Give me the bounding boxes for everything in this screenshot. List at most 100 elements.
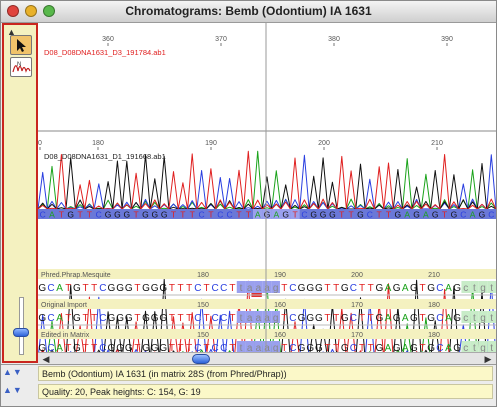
aligned-base: G [73,313,81,324]
aligned-base: T [65,313,71,324]
zoom-slider-thumb[interactable] [13,328,29,337]
base-letter: G [123,210,130,220]
base-letter: T [442,210,447,220]
info-updown-icon[interactable]: ▲▼ [3,367,37,381]
aligned-base: G [298,313,306,324]
aligned-base: G [151,313,159,324]
aligned-base: T [186,313,192,324]
aligned-base: G [427,283,435,294]
tool-palette: ▲ N [2,23,38,363]
aligned-base: G [116,313,124,324]
aligned-base: A [385,283,392,294]
aligned-base: C [99,313,106,324]
aligned-base: G [73,283,81,294]
aligned-base: G [38,343,46,352]
aligned-base: G [108,313,116,324]
ruler-tick-label: 0 [38,140,42,147]
aligned-base: C [47,343,54,352]
aligned-base: T [134,283,140,294]
aligned-base: a [264,343,270,352]
aligned-base: G [38,313,46,324]
base-letter: T [236,210,241,220]
aligned-base: G [315,343,323,352]
chromatogram-svg: 360 370 380 390 D08_D08DNA1631_D3_191784.ab1… [37,23,496,370]
aligned-base: G [108,343,116,352]
aligned-base: G [453,313,461,324]
trace-tool-button[interactable]: N [10,57,32,77]
aligned-base: G [410,283,418,294]
base-letter: T [171,210,176,220]
aligned-base: C [99,343,106,352]
title-bar[interactable]: Chromatograms: Bemb (Odontium) IA 1631 [1,1,496,23]
aligned-base: G [306,343,314,352]
aligned-base: T [368,283,374,294]
aligned-base: C [220,313,227,324]
aligned-base: g [273,283,279,294]
taxon-info-line: Bemb (Odontium) IA 1631 (in matrix 28S (… [38,366,493,381]
aligned-base: a [247,313,253,324]
base-letter: G [105,210,112,220]
aligned-base: T [203,313,209,324]
aligned-base: T [178,283,184,294]
ruler-tick-label: 180 [92,140,104,147]
aligned-base: T [203,283,209,294]
aligned-base: C [289,313,296,324]
arrow-tool-button[interactable] [10,35,32,55]
base-letter: G [114,210,121,220]
chromatogram-panel[interactable]: 360 370 380 390 D08_D08DNA1631_D3_191784.ab1… [37,23,496,370]
aligned-base: A [56,313,63,324]
alignment-ruler-label: 150 [197,332,209,339]
base-letter: G [395,210,402,220]
ruler-tick-label: 190 [205,140,217,147]
aligned-base: T [134,313,140,324]
aligned-base: t [473,283,476,294]
aligned-base: t [490,283,493,294]
aligned-base: G [315,283,323,294]
ruler-tick-label: 390 [441,36,453,43]
aligned-base: G [453,343,461,352]
aligned-base: G [125,313,133,324]
base-letter: T [386,210,391,220]
base-letter: G [413,210,420,220]
alignment-label: Edited in Matrix [41,332,90,339]
aligned-base: G [427,313,435,324]
base-letter: T [292,210,297,220]
aligned-base: A [56,343,63,352]
alignment-ruler-label: 200 [351,272,363,279]
aligned-base: T [82,283,88,294]
aligned-base: G [375,343,383,352]
alignment-ruler-label: 190 [274,272,286,279]
scroll-thumb[interactable] [192,354,210,364]
aligned-base: G [410,313,418,324]
alignment-ruler-label: 180 [428,332,440,339]
aligned-base: c [463,283,468,294]
aligned-base: A [56,283,63,294]
aligned-base: t [240,313,243,324]
aligned-base: A [402,343,409,352]
alignment-ruler-label: 180 [428,302,440,309]
aligned-base: G [315,313,323,324]
info-updown-icon-2[interactable]: ▲▼ [3,385,37,399]
aligned-base: T [229,343,235,352]
aligned-base: C [436,343,443,352]
window-title: Chromatograms: Bemb (Odontium) IA 1631 [125,4,372,18]
aligned-base: C [194,343,201,352]
base-letter: A [49,210,55,220]
aligned-base: C [289,343,296,352]
base-letter: A [255,210,261,220]
base-letter: C [488,210,494,220]
horizontal-scrollbar[interactable]: ◀ ▶ [38,352,496,364]
base-letter: T [246,210,251,220]
base-letter: C [227,210,233,220]
zoom-slider-track[interactable] [19,297,24,355]
info-panel: ▲▼ Bemb (Odontium) IA 1631 (in matrix 28… [1,364,496,406]
aligned-base: t [490,313,493,324]
aligned-base: A [445,283,452,294]
aligned-base: T [91,313,97,324]
base-letter: G [329,210,336,220]
base-letter: G [357,210,364,220]
aligned-base: C [194,313,201,324]
aligned-base: T [65,283,71,294]
alignment-ruler-label: 160 [274,302,286,309]
aligned-base: T [324,313,330,324]
